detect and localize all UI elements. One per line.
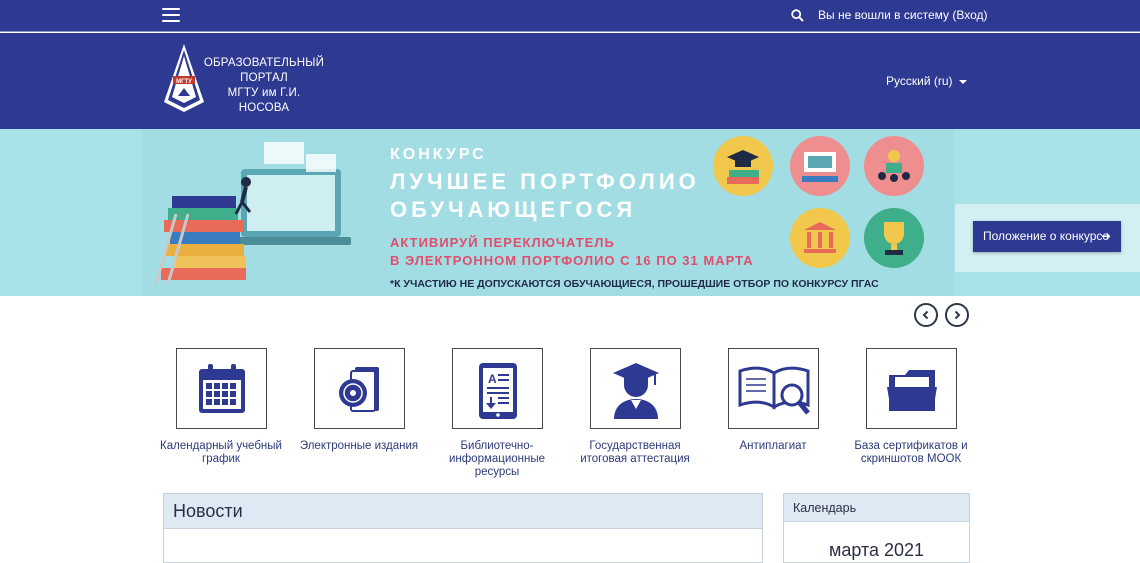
news-title: Новости — [164, 494, 762, 529]
calendar-title: Календарь — [784, 494, 969, 522]
tile-library-resources[interactable]: A Библиотечно- информационные ресурсы — [432, 348, 562, 479]
tile-electronic-editions[interactable]: Электронные издания — [294, 348, 424, 453]
tile-mooc-certificates[interactable]: База сертификатов и скриншотов МООК — [846, 348, 976, 466]
banner-subtitle-line: В ЭЛЕКТРОННОМ ПОРТФОЛИО С 16 ПО 31 МАРТА — [390, 253, 754, 268]
tile-label: Библиотечно- информационные ресурсы — [432, 440, 562, 479]
tile-icon-box — [175, 348, 267, 429]
tile-label: Антиплагиат — [708, 440, 838, 453]
tile-label-line: график — [202, 453, 240, 465]
folder-icon — [886, 370, 937, 411]
calendar-block: Календарь марта 2021 — [783, 493, 970, 563]
top-navbar: Вы не вошли в систему (Вход) — [0, 0, 1140, 32]
svg-text:МГТУ: МГТУ — [176, 79, 192, 85]
banner-konkurs: КОНКУРС — [390, 146, 487, 163]
tile-label: Электронные издания — [294, 440, 424, 453]
news-block: Новости — [163, 493, 763, 563]
search-icon[interactable] — [791, 9, 804, 22]
portal-title-line: ОБРАЗОВАТЕЛЬНЫЙ — [203, 57, 325, 69]
banner-note: *К УЧАСТИЮ НЕ ДОПУСКАЮТСЯ ОБУЧАЮЩИЕСЯ, П… — [390, 278, 879, 290]
carousel-prev-button[interactable] — [914, 303, 938, 327]
banner-title-line: ЛУЧШЕЕ ПОРТФОЛИО — [390, 169, 700, 194]
audience-icon — [864, 136, 924, 196]
portal-title: ОБРАЗОВАТЕЛЬНЫЙ ПОРТАЛ МГТУ им Г.И. НОСО… — [203, 56, 325, 116]
tile-label-line: Электронные издания — [299, 440, 419, 452]
mgtu-logo[interactable]: МГТУ — [162, 42, 206, 114]
site-header: МГТУ ОБРАЗОВАТЕЛЬНЫЙ ПОРТАЛ МГТУ им Г.И.… — [0, 33, 1140, 129]
tile-label-line: ресурсы — [474, 466, 520, 478]
trophy-icon — [864, 208, 924, 268]
portal-title-line: ПОРТАЛ — [240, 72, 288, 84]
bank-building-icon — [790, 208, 850, 268]
carousel-next-button[interactable] — [945, 303, 969, 327]
contest-rules-label: Положение о конкурсе — [983, 229, 1110, 243]
tile-state-attestation[interactable]: Государственная итоговая аттестация — [570, 348, 700, 466]
chevron-left-icon — [922, 310, 929, 320]
disc-book-icon — [338, 367, 379, 412]
ebook-reader-icon: A — [478, 363, 517, 419]
tile-label-line: Государственная — [589, 440, 681, 452]
login-link[interactable]: Вы не вошли в систему (Вход) — [818, 8, 987, 22]
tile-label-line: итоговая аттестация — [580, 453, 690, 465]
tile-label-line: Антиплагиат — [739, 440, 807, 452]
tile-label-line: скриншотов МООК — [860, 453, 962, 465]
chevron-right-icon — [954, 310, 961, 320]
tile-label-line: Библиотечно- — [460, 440, 534, 452]
tile-label-line: Календарный учебный — [160, 440, 282, 452]
tile-icon-box — [727, 348, 819, 429]
hamburger-menu-icon[interactable] — [162, 8, 180, 23]
language-label: Русский (ru) — [886, 74, 953, 88]
tile-icon-box — [313, 348, 405, 429]
tile-academic-calendar[interactable]: Календарный учебный график — [156, 348, 286, 466]
caret-down-icon — [958, 79, 967, 84]
desk-screen-icon — [790, 136, 850, 196]
tile-label-line: База сертификатов и — [854, 440, 968, 452]
contest-rules-button[interactable]: Положение о конкурсе ➜ — [973, 221, 1121, 252]
portal-title-line: МГТУ им Г.И. НОСОВА — [227, 87, 301, 114]
graduate-icon — [612, 363, 659, 419]
tile-label: Государственная итоговая аттестация — [570, 440, 700, 466]
tile-icon-box — [589, 348, 681, 429]
calendar-icon — [198, 364, 245, 413]
banner-subtitle-line: АКТИВИРУЙ ПЕРЕКЛЮЧАТЕЛЬ — [390, 235, 615, 250]
tile-antiplagiarism[interactable]: Антиплагиат — [708, 348, 838, 453]
tile-icon-box — [865, 348, 957, 429]
svg-text:A: A — [488, 372, 497, 386]
language-selector[interactable]: Русский (ru) — [886, 74, 967, 88]
arrow-right-icon: ➜ — [1100, 229, 1111, 243]
tile-icon-box: A — [451, 348, 543, 429]
tile-label: База сертификатов и скриншотов МООК — [846, 440, 976, 466]
tile-label-line: информационные — [448, 453, 546, 465]
tile-label: Календарный учебный график — [156, 440, 286, 466]
promo-banner[interactable]: КОНКУРС ЛУЧШЕЕ ПОРТФОЛИО ОБУЧАЮЩЕГОСЯ АК… — [0, 129, 1140, 296]
book-magnifier-icon — [738, 366, 810, 415]
books-laptop-illustration — [146, 134, 386, 294]
calendar-month[interactable]: марта 2021 — [784, 540, 969, 561]
banner-title-line: ОБУЧАЮЩЕГОСЯ — [390, 197, 637, 222]
graduate-books-icon — [713, 136, 773, 196]
